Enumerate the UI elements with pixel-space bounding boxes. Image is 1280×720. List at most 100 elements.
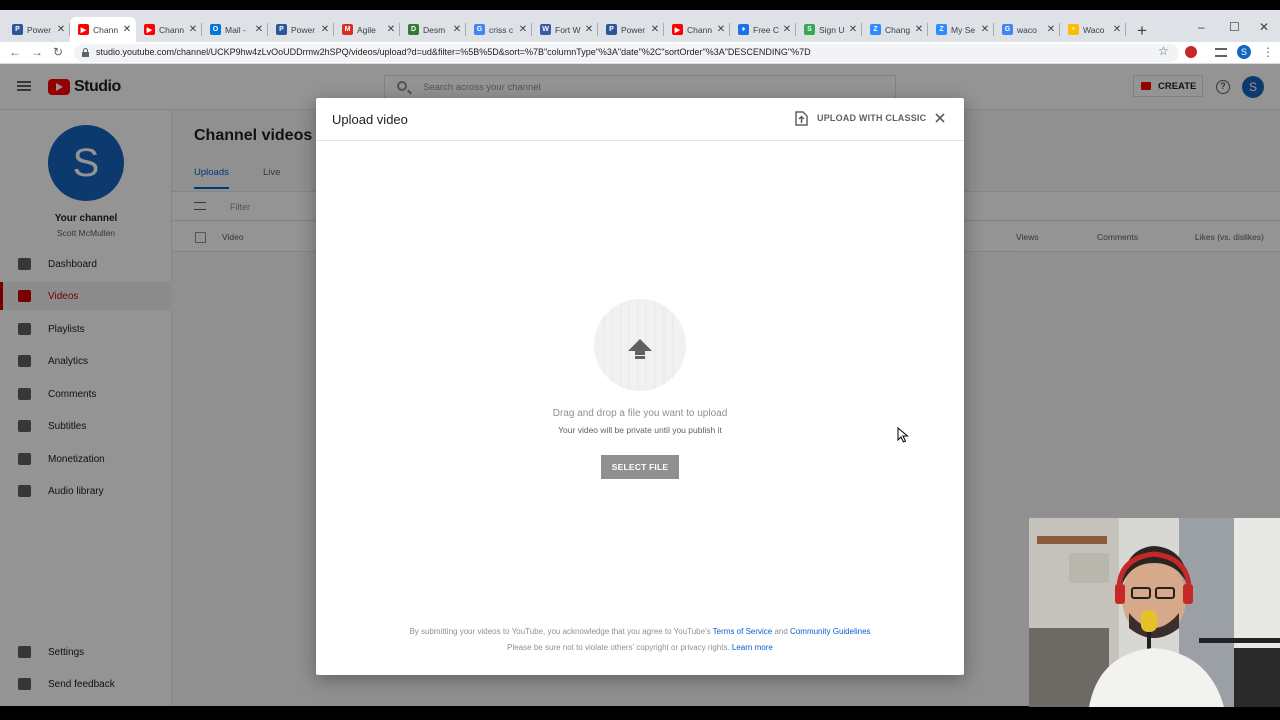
back-icon[interactable]: ←: [9, 45, 21, 59]
tab-title: Free C: [753, 24, 779, 35]
tab-favicon-icon: Z: [870, 24, 881, 35]
address-bar[interactable]: studio.youtube.com/channel/UCKP9hw4zLvOo…: [74, 44, 1179, 62]
mouse-cursor-icon: [897, 427, 909, 443]
tab-favicon-icon: S: [804, 24, 815, 35]
close-tab-icon[interactable]: ✕: [584, 24, 594, 35]
close-tab-icon[interactable]: ✕: [188, 24, 198, 35]
minimize-button[interactable]: –: [1198, 20, 1205, 34]
tab-favicon-icon: G: [474, 24, 485, 35]
close-tab-icon[interactable]: ✕: [518, 24, 528, 35]
select-file-button[interactable]: SELECT FILE: [601, 455, 679, 479]
close-tab-icon[interactable]: ✕: [650, 24, 660, 35]
browser-tab[interactable]: ▶ Chann ✕: [70, 17, 136, 42]
tab-title: waco: [1017, 24, 1037, 35]
browser-tab[interactable]: ▶ Chann ✕: [664, 17, 730, 42]
classic-label: UPLOAD WITH CLASSIC: [817, 113, 927, 123]
tab-favicon-icon: W: [540, 24, 551, 35]
upload-arrow-icon: [628, 339, 652, 359]
close-tab-icon[interactable]: ✕: [320, 24, 330, 35]
bookmark-star-icon[interactable]: ☆: [1158, 44, 1169, 58]
tab-title: Chann: [159, 24, 185, 35]
browser-menu-icon[interactable]: ⋮: [1262, 45, 1274, 59]
browser-tab[interactable]: O Mail - ✕: [202, 17, 268, 42]
browser-tab[interactable]: S Sign U ✕: [796, 17, 862, 42]
browser-tab[interactable]: W Fort W ✕: [532, 17, 598, 42]
close-tab-icon[interactable]: ✕: [386, 24, 396, 35]
tab-favicon-icon: O: [210, 24, 221, 35]
browser-tab[interactable]: Z My Se ✕: [928, 17, 994, 42]
tab-favicon-icon: •: [1068, 24, 1079, 35]
browser-tab-strip: P Power ✕ ▶ Chann ✕ ▶ Chann ✕ O Mail - ✕ P Power ✕ M Agi…: [0, 0, 1280, 42]
close-tab-icon[interactable]: ✕: [980, 24, 990, 35]
browser-tab[interactable]: Gcriss c ✕: [466, 17, 532, 42]
tab-title: Fort W: [555, 24, 581, 35]
new-tab-button[interactable]: +: [1137, 22, 1147, 39]
browser-tab[interactable]: D Desm ✕: [400, 17, 466, 42]
close-tab-icon[interactable]: ✕: [782, 24, 792, 35]
dialog-header: Upload video UPLOAD WITH CLASSIC: [316, 98, 964, 141]
forward-icon[interactable]: →: [31, 45, 43, 59]
tab-favicon-icon: ▶: [78, 24, 89, 35]
tab-favicon-icon: P: [276, 24, 287, 35]
tab-title: Power: [27, 24, 52, 35]
upload-with-classic-button[interactable]: UPLOAD WITH CLASSIC: [795, 109, 926, 127]
browser-tab[interactable]: M Agile ✕: [334, 17, 400, 42]
tab-favicon-icon: D: [408, 24, 419, 35]
extension-icon[interactable]: [1185, 46, 1197, 58]
drag-drop-hint: Drag and drop a file you want to upload: [552, 408, 728, 419]
tab-favicon-icon: ▶: [144, 24, 155, 35]
close-tab-icon[interactable]: ✕: [1112, 24, 1122, 35]
tab-favicon-icon: Z: [936, 24, 947, 35]
tab-favicon-icon: ♦: [738, 24, 749, 35]
terms-notice: By submitting your videos to YouTube, yo…: [316, 627, 964, 636]
close-tab-icon[interactable]: ✕: [56, 24, 66, 35]
lock-icon: [82, 48, 89, 57]
presenter-webcam-image: [1029, 518, 1280, 707]
tab-title: Mail -: [225, 24, 246, 35]
browser-tab[interactable]: Z Chang ✕: [862, 17, 928, 42]
upload-drop-area[interactable]: [594, 299, 686, 391]
browser-tab[interactable]: • Waco ✕: [1060, 17, 1126, 42]
maximize-button[interactable]: ☐: [1229, 20, 1240, 34]
close-dialog-icon[interactable]: [933, 111, 947, 125]
tab-title: Agile: [357, 24, 376, 35]
url-text: studio.youtube.com/channel/UCKP9hw4zLvOo…: [96, 47, 811, 57]
close-tab-icon[interactable]: ✕: [716, 24, 726, 35]
tab-favicon-icon: P: [606, 24, 617, 35]
reload-icon[interactable]: ↻: [53, 45, 63, 59]
close-tab-icon[interactable]: ✕: [914, 24, 924, 35]
browser-tab[interactable]: ♦ Free C ✕: [730, 17, 796, 42]
tab-title: My Se: [951, 24, 976, 35]
close-window-button[interactable]: ✕: [1259, 20, 1269, 34]
close-tab-icon[interactable]: ✕: [254, 24, 264, 35]
tab-favicon-icon: G: [1002, 24, 1013, 35]
learn-more-link[interactable]: Learn more: [732, 643, 773, 652]
close-tab-icon[interactable]: ✕: [848, 24, 858, 35]
close-tab-icon[interactable]: ✕: [122, 24, 132, 35]
close-tab-icon[interactable]: ✕: [1046, 24, 1056, 35]
tab-title: Chann: [93, 24, 119, 35]
browser-tab[interactable]: P Power ✕: [268, 17, 334, 42]
tab-title: Chang: [885, 24, 911, 35]
browser-tab[interactable]: ▶ Chann ✕: [136, 17, 202, 42]
tab-favicon-icon: P: [12, 24, 23, 35]
community-guidelines-link[interactable]: Community Guidelines: [790, 627, 870, 636]
terms-prefix: By submitting your videos to YouTube, yo…: [409, 627, 713, 636]
browser-tab[interactable]: P Power ✕: [4, 17, 70, 42]
tab-favicon-icon: ▶: [672, 24, 683, 35]
webcam-overlay: [1029, 518, 1280, 707]
tab-favicon-icon: M: [342, 24, 353, 35]
copyright-prefix: Please be sure not to violate others' co…: [507, 643, 732, 652]
dialog-title: Upload video: [332, 112, 408, 127]
reading-list-icon[interactable]: [1215, 48, 1227, 57]
profile-avatar[interactable]: S: [1237, 45, 1251, 59]
terms-of-service-link[interactable]: Terms of Service: [713, 627, 773, 636]
copyright-notice: Please be sure not to violate others' co…: [316, 643, 964, 652]
close-tab-icon[interactable]: ✕: [452, 24, 462, 35]
privacy-note: Your video will be private until you pub…: [558, 425, 722, 435]
browser-tab[interactable]: Gwaco ✕: [994, 17, 1060, 42]
browser-tab[interactable]: P Power ✕: [598, 17, 664, 42]
tab-title: Chann: [687, 24, 713, 35]
tab-title: Power: [621, 24, 646, 35]
browser-toolbar: ← → ↻ studio.youtube.com/channel/UCKP9hw…: [0, 42, 1280, 64]
